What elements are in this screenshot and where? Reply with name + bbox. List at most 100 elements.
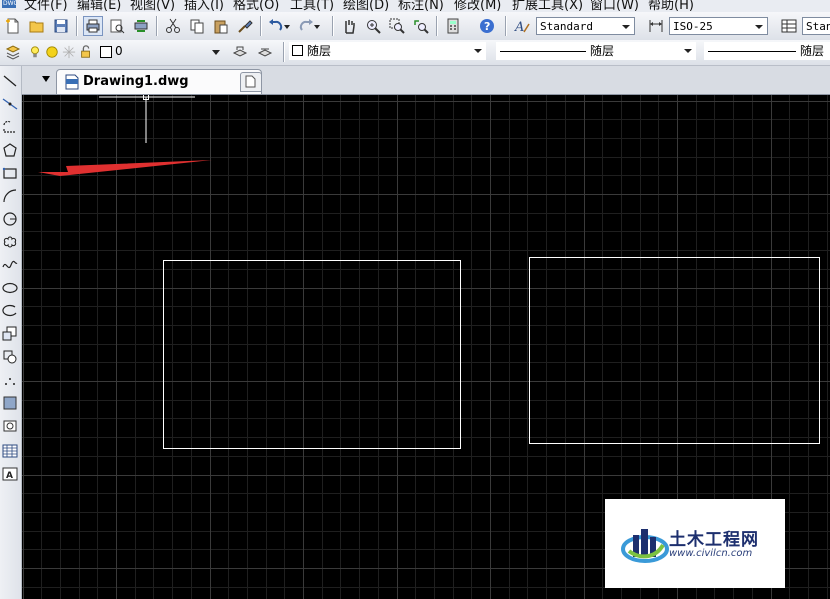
draw-toolbar: A [0, 66, 22, 599]
menu-tools[interactable]: 工具(T) [290, 0, 334, 12]
polyline-icon[interactable] [1, 118, 19, 136]
menu-draw[interactable]: 绘图(D) [343, 0, 389, 12]
tab-title: Drawing1.dwg [83, 74, 189, 89]
layer-manager-icon[interactable] [3, 42, 23, 62]
open-icon[interactable] [27, 16, 47, 36]
chevron-down-icon[interactable] [472, 42, 484, 58]
save-icon[interactable] [51, 16, 71, 36]
app-icon[interactable]: DWG [2, 0, 16, 8]
menu-view[interactable]: 视图(V) [130, 0, 175, 12]
menu-file[interactable]: 文件(F) [24, 0, 68, 12]
menu-help[interactable]: 帮助(H) [648, 0, 694, 12]
cut-icon[interactable] [163, 16, 183, 36]
dim-style-icon[interactable] [646, 16, 666, 36]
drawing-canvas[interactable]: 土木工程网 www.civilcn.com [22, 95, 830, 599]
rectangle-icon[interactable] [1, 164, 19, 182]
help-icon[interactable]: ? [477, 16, 497, 36]
layer-color-swatch [100, 46, 112, 58]
layers-properties-toolbar: 0 随层 随层 随层 [0, 40, 830, 66]
arc-icon[interactable] [1, 187, 19, 205]
text-style-icon[interactable]: A [512, 16, 532, 36]
make-object-layer-current-icon[interactable] [230, 42, 250, 62]
redo-dropdown-icon[interactable] [312, 16, 322, 36]
paste-icon[interactable] [211, 16, 231, 36]
layer-freeze-icon[interactable] [45, 42, 59, 62]
watermark-title: 土木工程网 [669, 530, 759, 550]
layer-on-icon[interactable] [28, 42, 42, 62]
layer-dropdown-icon[interactable] [212, 50, 220, 55]
tab-list-dropdown-icon[interactable] [42, 76, 50, 82]
lineweight-select[interactable]: 随层 [704, 42, 830, 60]
menu-dimension[interactable]: 标注(N) [398, 0, 444, 12]
construction-line-icon[interactable] [1, 95, 19, 113]
calculator-icon[interactable] [443, 16, 463, 36]
match-properties-icon[interactable] [235, 16, 255, 36]
ellipse-icon[interactable] [1, 279, 19, 297]
lineweight-value: 随层 [800, 44, 825, 58]
chevron-down-icon[interactable] [753, 18, 765, 34]
svg-text:DWG: DWG [3, 0, 16, 7]
insert-block-icon[interactable] [1, 325, 19, 343]
hatch-icon[interactable] [1, 394, 19, 412]
menu-window[interactable]: 窗口(W) [590, 0, 639, 12]
document-tab-bar: Drawing1.dwg ✕ [22, 66, 830, 95]
zoom-realtime-icon[interactable] [363, 16, 383, 36]
chevron-down-icon[interactable] [682, 42, 694, 58]
pan-icon[interactable] [339, 16, 359, 36]
watermark-logo: 土木工程网 www.civilcn.com [605, 499, 785, 588]
mtext-icon[interactable]: A [1, 465, 19, 483]
svg-text:?: ? [484, 20, 490, 33]
circle-icon[interactable] [1, 210, 19, 228]
lineweight-preview [708, 51, 796, 52]
print-icon[interactable] [83, 16, 103, 36]
layer-lock-icon[interactable] [79, 42, 93, 62]
color-value: 随层 [307, 44, 332, 58]
rectangle-right[interactable] [529, 257, 820, 444]
layer-previous-icon[interactable] [255, 42, 275, 62]
new-document-icon [245, 75, 256, 88]
point-icon[interactable] [1, 371, 19, 389]
civilcn-logo-icon [621, 529, 669, 563]
print-preview-icon[interactable] [107, 16, 127, 36]
table-icon[interactable] [1, 442, 19, 460]
line-icon[interactable] [1, 72, 19, 90]
dim-style-select[interactable]: ISO-25 [669, 17, 768, 35]
make-block-icon[interactable] [1, 348, 19, 366]
chevron-down-icon[interactable] [620, 18, 632, 34]
linetype-select[interactable]: 随层 [496, 42, 696, 60]
text-style-value: Standard [540, 20, 593, 33]
zoom-previous-icon[interactable] [411, 16, 431, 36]
polygon-icon[interactable] [1, 141, 19, 159]
spline-icon[interactable] [1, 256, 19, 274]
new-icon[interactable] [3, 16, 23, 36]
publish-icon[interactable] [131, 16, 151, 36]
menu-bar: DWG 文件(F) 编辑(E) 视图(V) 插入(I) 格式(O) 工具(T) … [0, 0, 830, 12]
table-style-select[interactable]: Stan [802, 17, 830, 35]
ellipse-arc-icon[interactable] [1, 302, 19, 320]
new-tab-button[interactable] [240, 72, 262, 92]
linetype-value: 随层 [590, 44, 615, 58]
region-icon[interactable] [1, 417, 19, 435]
copy-icon[interactable] [187, 16, 207, 36]
revcloud-icon[interactable] [1, 233, 19, 251]
color-swatch [292, 45, 303, 56]
svg-text:A: A [514, 20, 524, 34]
dim-style-value: ISO-25 [673, 20, 713, 33]
undo-dropdown-icon[interactable] [282, 16, 292, 36]
table-style-icon[interactable] [779, 16, 799, 36]
menu-insert[interactable]: 插入(I) [184, 0, 224, 12]
standard-toolbar: ? A Standard ISO-25 Stan [0, 12, 830, 41]
tab-drawing1[interactable]: Drawing1.dwg ✕ [56, 69, 262, 94]
layer-viewport-freeze-icon[interactable] [62, 42, 76, 62]
layer-name: 0 [115, 44, 123, 58]
zoom-window-icon[interactable] [387, 16, 407, 36]
menu-modify[interactable]: 修改(M) [454, 0, 501, 12]
linetype-preview [500, 51, 586, 52]
menu-extension[interactable]: 扩展工具(X) [512, 0, 583, 12]
text-style-select[interactable]: Standard [536, 17, 635, 35]
menu-edit[interactable]: 编辑(E) [77, 0, 121, 12]
menu-format[interactable]: 格式(O) [233, 0, 279, 12]
color-select[interactable]: 随层 [289, 42, 486, 60]
dwg-file-icon [65, 74, 79, 90]
table-style-value: Stan [806, 20, 830, 33]
